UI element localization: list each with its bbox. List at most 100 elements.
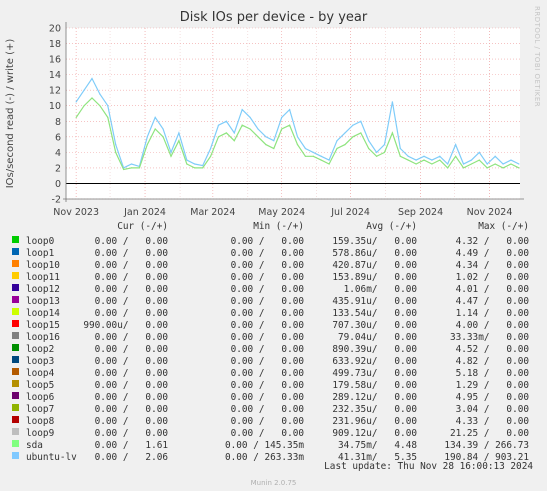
- legend-cur: 0.00 / 0.00: [94, 392, 168, 403]
- legend-max: 4.34 / 0.00: [455, 260, 529, 271]
- legend-avg: 153.89u/ 0.00: [332, 272, 417, 283]
- data-point: [122, 168, 125, 171]
- data-point: [439, 155, 441, 157]
- legend-max: 4.00 / 0.00: [455, 320, 529, 331]
- legend-swatch: [12, 416, 19, 423]
- legend-max: 1.02 / 0.00: [455, 272, 529, 283]
- data-point: [202, 164, 204, 167]
- plot-background: [66, 28, 520, 199]
- y-tick-label: 12: [49, 86, 61, 97]
- data-point: [399, 147, 401, 150]
- legend-max: 1.14 / 0.00: [455, 308, 529, 319]
- data-point: [352, 136, 354, 138]
- legend-min: 0.00 / 0.00: [230, 308, 304, 319]
- legend-row: loop7 0.00 / 0.00 0.00 / 0.00 232.35u/ 0.00…: [0, 404, 547, 416]
- legend-avg: 159.35u/ 0.00: [332, 236, 417, 247]
- y-tick-label: 2: [55, 163, 61, 174]
- legend-avg: 499.73u/ 0.00: [332, 368, 417, 379]
- data-point: [273, 147, 275, 150]
- data-point: [510, 163, 512, 165]
- data-point: [162, 128, 164, 130]
- legend-swatch: [12, 308, 19, 315]
- legend-name: loop7: [26, 404, 55, 415]
- legend-row: loop15 990.00u/ 0.00 0.00 / 0.00 707.30u/ 0…: [0, 320, 547, 332]
- data-point: [415, 163, 417, 165]
- data-point: [312, 151, 314, 153]
- data-point: [375, 151, 378, 153]
- data-point: [439, 159, 441, 161]
- legend-name: loop8: [26, 416, 55, 427]
- y-tick-label: 10: [49, 101, 61, 112]
- data-point: [502, 163, 504, 165]
- legend-row: loop1 0.00 / 0.00 0.00 / 0.00 578.86u/ 0.00…: [0, 248, 547, 260]
- legend-row: loop11 0.00 / 0.00 0.00 / 0.00 153.89u/ 0.0…: [0, 272, 547, 284]
- legend-swatch: [12, 452, 19, 459]
- data-point: [233, 140, 235, 142]
- data-point: [320, 159, 322, 161]
- data-point: [502, 167, 504, 169]
- data-point: [391, 132, 393, 134]
- legend-max: 1.29 / 0.00: [455, 380, 529, 391]
- data-point: [304, 155, 307, 157]
- data-point: [257, 128, 259, 130]
- legend-min: 0.00 / 0.00: [230, 392, 304, 403]
- data-point: [407, 155, 409, 157]
- legend-cur: 0.00 / 0.00: [94, 356, 168, 367]
- legend-cur: 0.00 / 0.00: [94, 344, 168, 355]
- legend-min: 0.00 / 0.00: [230, 428, 304, 439]
- legend-cur: 0.00 / 0.00: [94, 284, 168, 295]
- data-point: [202, 167, 204, 169]
- legend-row: loop2 0.00 / 0.00 0.00 / 0.00 890.39u/ 0.00…: [0, 344, 547, 356]
- data-point: [486, 167, 488, 169]
- legend-swatch: [12, 440, 19, 447]
- data-point: [423, 159, 425, 161]
- legend-cur: 0.00 / 0.00: [94, 236, 168, 247]
- data-point: [281, 116, 283, 118]
- legend-name: loop12: [26, 284, 60, 295]
- data-point: [75, 101, 77, 103]
- data-point: [154, 128, 156, 130]
- legend-row: loop12 0.00 / 0.00 0.00 / 0.00 1.06m/ 0.00 4…: [0, 284, 547, 296]
- legend-swatch: [12, 248, 19, 255]
- legend-max: 4.49 / 0.00: [455, 248, 529, 259]
- data-point: [130, 163, 133, 165]
- y-tick-label: 4: [55, 148, 61, 159]
- y-tick-label: 18: [49, 39, 61, 50]
- data-point: [162, 136, 164, 138]
- legend-swatch: [12, 236, 19, 243]
- y-tick-label: 6: [55, 132, 61, 143]
- legend-min: 0.00 / 145.35m: [224, 440, 304, 451]
- data-point: [241, 124, 243, 126]
- legend-swatch: [12, 320, 19, 327]
- legend-max: 21.25 / 0.00: [449, 428, 529, 439]
- data-point: [170, 155, 172, 157]
- legend-name: loop15: [26, 320, 60, 331]
- data-point: [375, 155, 378, 157]
- legend-avg: 707.30u/ 0.00: [332, 320, 417, 331]
- data-point: [83, 105, 85, 107]
- legend-header-cur: Cur (-/+): [117, 221, 168, 232]
- data-point: [91, 97, 93, 99]
- data-point: [518, 163, 520, 165]
- data-point: [470, 163, 473, 165]
- data-point: [249, 116, 251, 118]
- legend-max: 4.47 / 0.00: [455, 296, 529, 307]
- data-point: [407, 159, 409, 161]
- data-point: [368, 147, 370, 150]
- legend-avg: 633.92u/ 0.00: [332, 356, 417, 367]
- legend-max: 3.04 / 0.00: [455, 404, 529, 415]
- data-point: [91, 77, 93, 80]
- data-point: [178, 140, 180, 142]
- legend-swatch: [12, 344, 19, 351]
- legend-cur: 0.00 / 0.00: [94, 380, 168, 391]
- x-tick-label: Mar 2024: [190, 207, 235, 218]
- legend-name: loop6: [26, 392, 55, 403]
- legend-min: 0.00 / 0.00: [230, 332, 304, 343]
- data-point: [494, 155, 496, 157]
- legend-row: loop8 0.00 / 0.00 0.00 / 0.00 231.96u/ 0.00…: [0, 416, 547, 428]
- data-point: [304, 147, 307, 150]
- data-point: [186, 163, 188, 165]
- data-point: [83, 89, 85, 91]
- data-point: [431, 163, 433, 165]
- legend-max: 4.82 / 0.00: [455, 356, 529, 367]
